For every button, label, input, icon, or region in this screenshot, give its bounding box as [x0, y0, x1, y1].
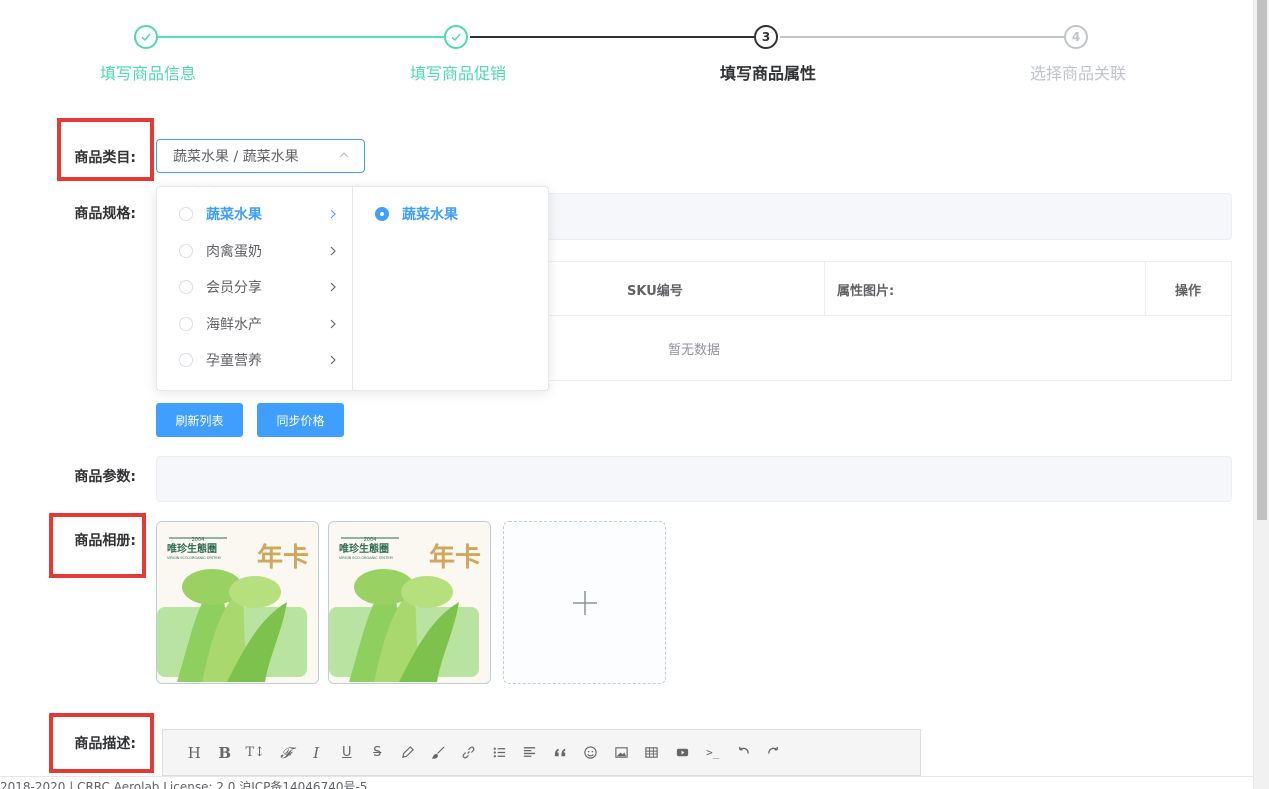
emoji-icon[interactable]: [576, 741, 607, 765]
cascader-menu-level2: 蔬菜水果: [353, 187, 548, 390]
svg-text:2004: 2004: [192, 537, 205, 543]
bold-button[interactable]: B: [210, 741, 241, 765]
table-icon[interactable]: [637, 741, 668, 765]
radio-icon[interactable]: [179, 280, 193, 295]
cascader-option-maternal-child[interactable]: 孕童营养: [157, 342, 352, 379]
underline-button[interactable]: U: [332, 741, 363, 765]
radio-icon[interactable]: [179, 353, 193, 368]
radio-checked-icon[interactable]: [375, 207, 389, 222]
album-label: 商品相册:: [74, 533, 136, 549]
step-line-2: [470, 36, 754, 38]
editor-toolbar: H B T↕ 𝓕 I U S >_: [162, 729, 921, 776]
step-2-check-icon: [444, 25, 468, 49]
cascader-option-vegetables-sub[interactable]: 蔬菜水果: [353, 196, 548, 233]
step-2-title: 填写商品促销: [409, 64, 506, 83]
step-1-check-icon: [134, 25, 158, 49]
cascader-option-meat-dairy[interactable]: 肉禽蛋奶: [157, 233, 352, 270]
category-value: 蔬菜水果 / 蔬菜水果: [173, 149, 299, 165]
radio-icon[interactable]: [179, 316, 193, 331]
footer: 2018-2020 | CRRC Aerolab License: 2.0 沪I…: [0, 776, 1253, 789]
category-label: 商品类目:: [74, 150, 136, 166]
chevron-up-icon: [339, 152, 349, 158]
col-actions: 操作: [1175, 283, 1202, 299]
chevron-right-icon: [330, 319, 336, 328]
svg-text:VIRGIN ECO-ORGANIC SYSTEM: VIRGIN ECO-ORGANIC SYSTEM: [339, 556, 393, 560]
cascader-option-seafood[interactable]: 海鲜水产: [157, 306, 352, 343]
italic-button[interactable]: I: [301, 741, 332, 765]
col-attr-image: 属性图片:: [837, 283, 895, 299]
svg-text:年卡: 年卡: [429, 542, 481, 573]
undo-icon[interactable]: [728, 741, 759, 765]
plus-icon: [572, 590, 597, 615]
album-image-1[interactable]: 2004 唯珍生態圈 VIRGIN ECO-ORGANIC SYSTEM 年卡: [156, 521, 319, 684]
heading-button[interactable]: H: [179, 741, 210, 765]
radio-icon[interactable]: [179, 243, 193, 258]
step-3-number: 3: [754, 25, 778, 49]
svg-text:唯珍生態圈: 唯珍生態圈: [167, 542, 217, 555]
list-icon[interactable]: [484, 741, 515, 765]
svg-text:2004: 2004: [364, 537, 377, 543]
chevron-right-icon: [330, 355, 336, 365]
svg-text:唯珍生態圈: 唯珍生態圈: [339, 542, 389, 555]
cascader-option-member-share[interactable]: 会员分享: [157, 269, 352, 306]
col-sku-code: SKU编号: [627, 283, 683, 299]
quote-icon[interactable]: [545, 741, 576, 765]
category-dropdown: 蔬菜水果 肉禽蛋奶 会员分享 海鲜水产 孕童营养 蔬菜水果: [156, 186, 549, 391]
chevron-right-icon: [330, 246, 336, 255]
code-button[interactable]: >_: [698, 741, 729, 765]
image-icon[interactable]: [606, 741, 637, 765]
cascader-menu-level1: 蔬菜水果 肉禽蛋奶 会员分享 海鲜水产 孕童营养: [157, 187, 353, 390]
step-3-title: 填写商品属性: [719, 64, 816, 83]
radio-icon[interactable]: [179, 207, 193, 222]
steps-bar: 填写商品信息 填写商品促销 3 填写商品属性 4 选择商品关联: [0, 0, 1253, 100]
font-family-button[interactable]: 𝓕: [271, 741, 302, 765]
category-cascader-input[interactable]: 蔬菜水果 / 蔬菜水果: [156, 139, 365, 173]
spec-label: 商品规格:: [74, 206, 136, 222]
album-add-button[interactable]: [503, 521, 666, 684]
redo-icon[interactable]: [759, 741, 790, 765]
brush-icon[interactable]: [423, 741, 454, 765]
param-box: [156, 456, 1232, 502]
refresh-list-button[interactable]: 刷新列表: [156, 403, 243, 437]
param-label: 商品参数:: [74, 469, 136, 485]
sync-price-button[interactable]: 同步价格: [257, 403, 344, 437]
svg-text:VIRGIN ECO-ORGANIC SYSTEM: VIRGIN ECO-ORGANIC SYSTEM: [167, 556, 221, 560]
product-image: 2004 唯珍生態圈 VIRGIN ECO-ORGANIC SYSTEM 年卡: [329, 522, 490, 683]
video-icon[interactable]: [667, 741, 698, 765]
step-4-title: 选择商品关联: [1029, 64, 1126, 83]
svg-text:年卡: 年卡: [257, 542, 309, 573]
page-scrollbar[interactable]: [1253, 0, 1269, 789]
align-icon[interactable]: [515, 741, 546, 765]
scrollbar-thumb[interactable]: [1257, 0, 1267, 520]
product-image: 2004 唯珍生態圈 VIRGIN ECO-ORGANIC SYSTEM 年卡: [157, 522, 318, 683]
strikethrough-button[interactable]: S: [362, 741, 393, 765]
step-line-1: [158, 36, 444, 38]
chevron-right-icon: [330, 209, 336, 219]
step-4-number: 4: [1064, 25, 1088, 49]
step-line-3: [780, 36, 1065, 38]
link-icon[interactable]: [454, 741, 485, 765]
pencil-icon[interactable]: [393, 741, 424, 765]
desc-label: 商品描述:: [74, 736, 136, 752]
font-size-button[interactable]: T↕: [240, 741, 271, 765]
step-1-title: 填写商品信息: [99, 64, 196, 83]
chevron-right-icon: [330, 282, 336, 292]
cascader-option-vegetables[interactable]: 蔬菜水果: [157, 196, 352, 233]
album-image-2[interactable]: 2004 唯珍生態圈 VIRGIN ECO-ORGANIC SYSTEM 年卡: [328, 521, 491, 684]
